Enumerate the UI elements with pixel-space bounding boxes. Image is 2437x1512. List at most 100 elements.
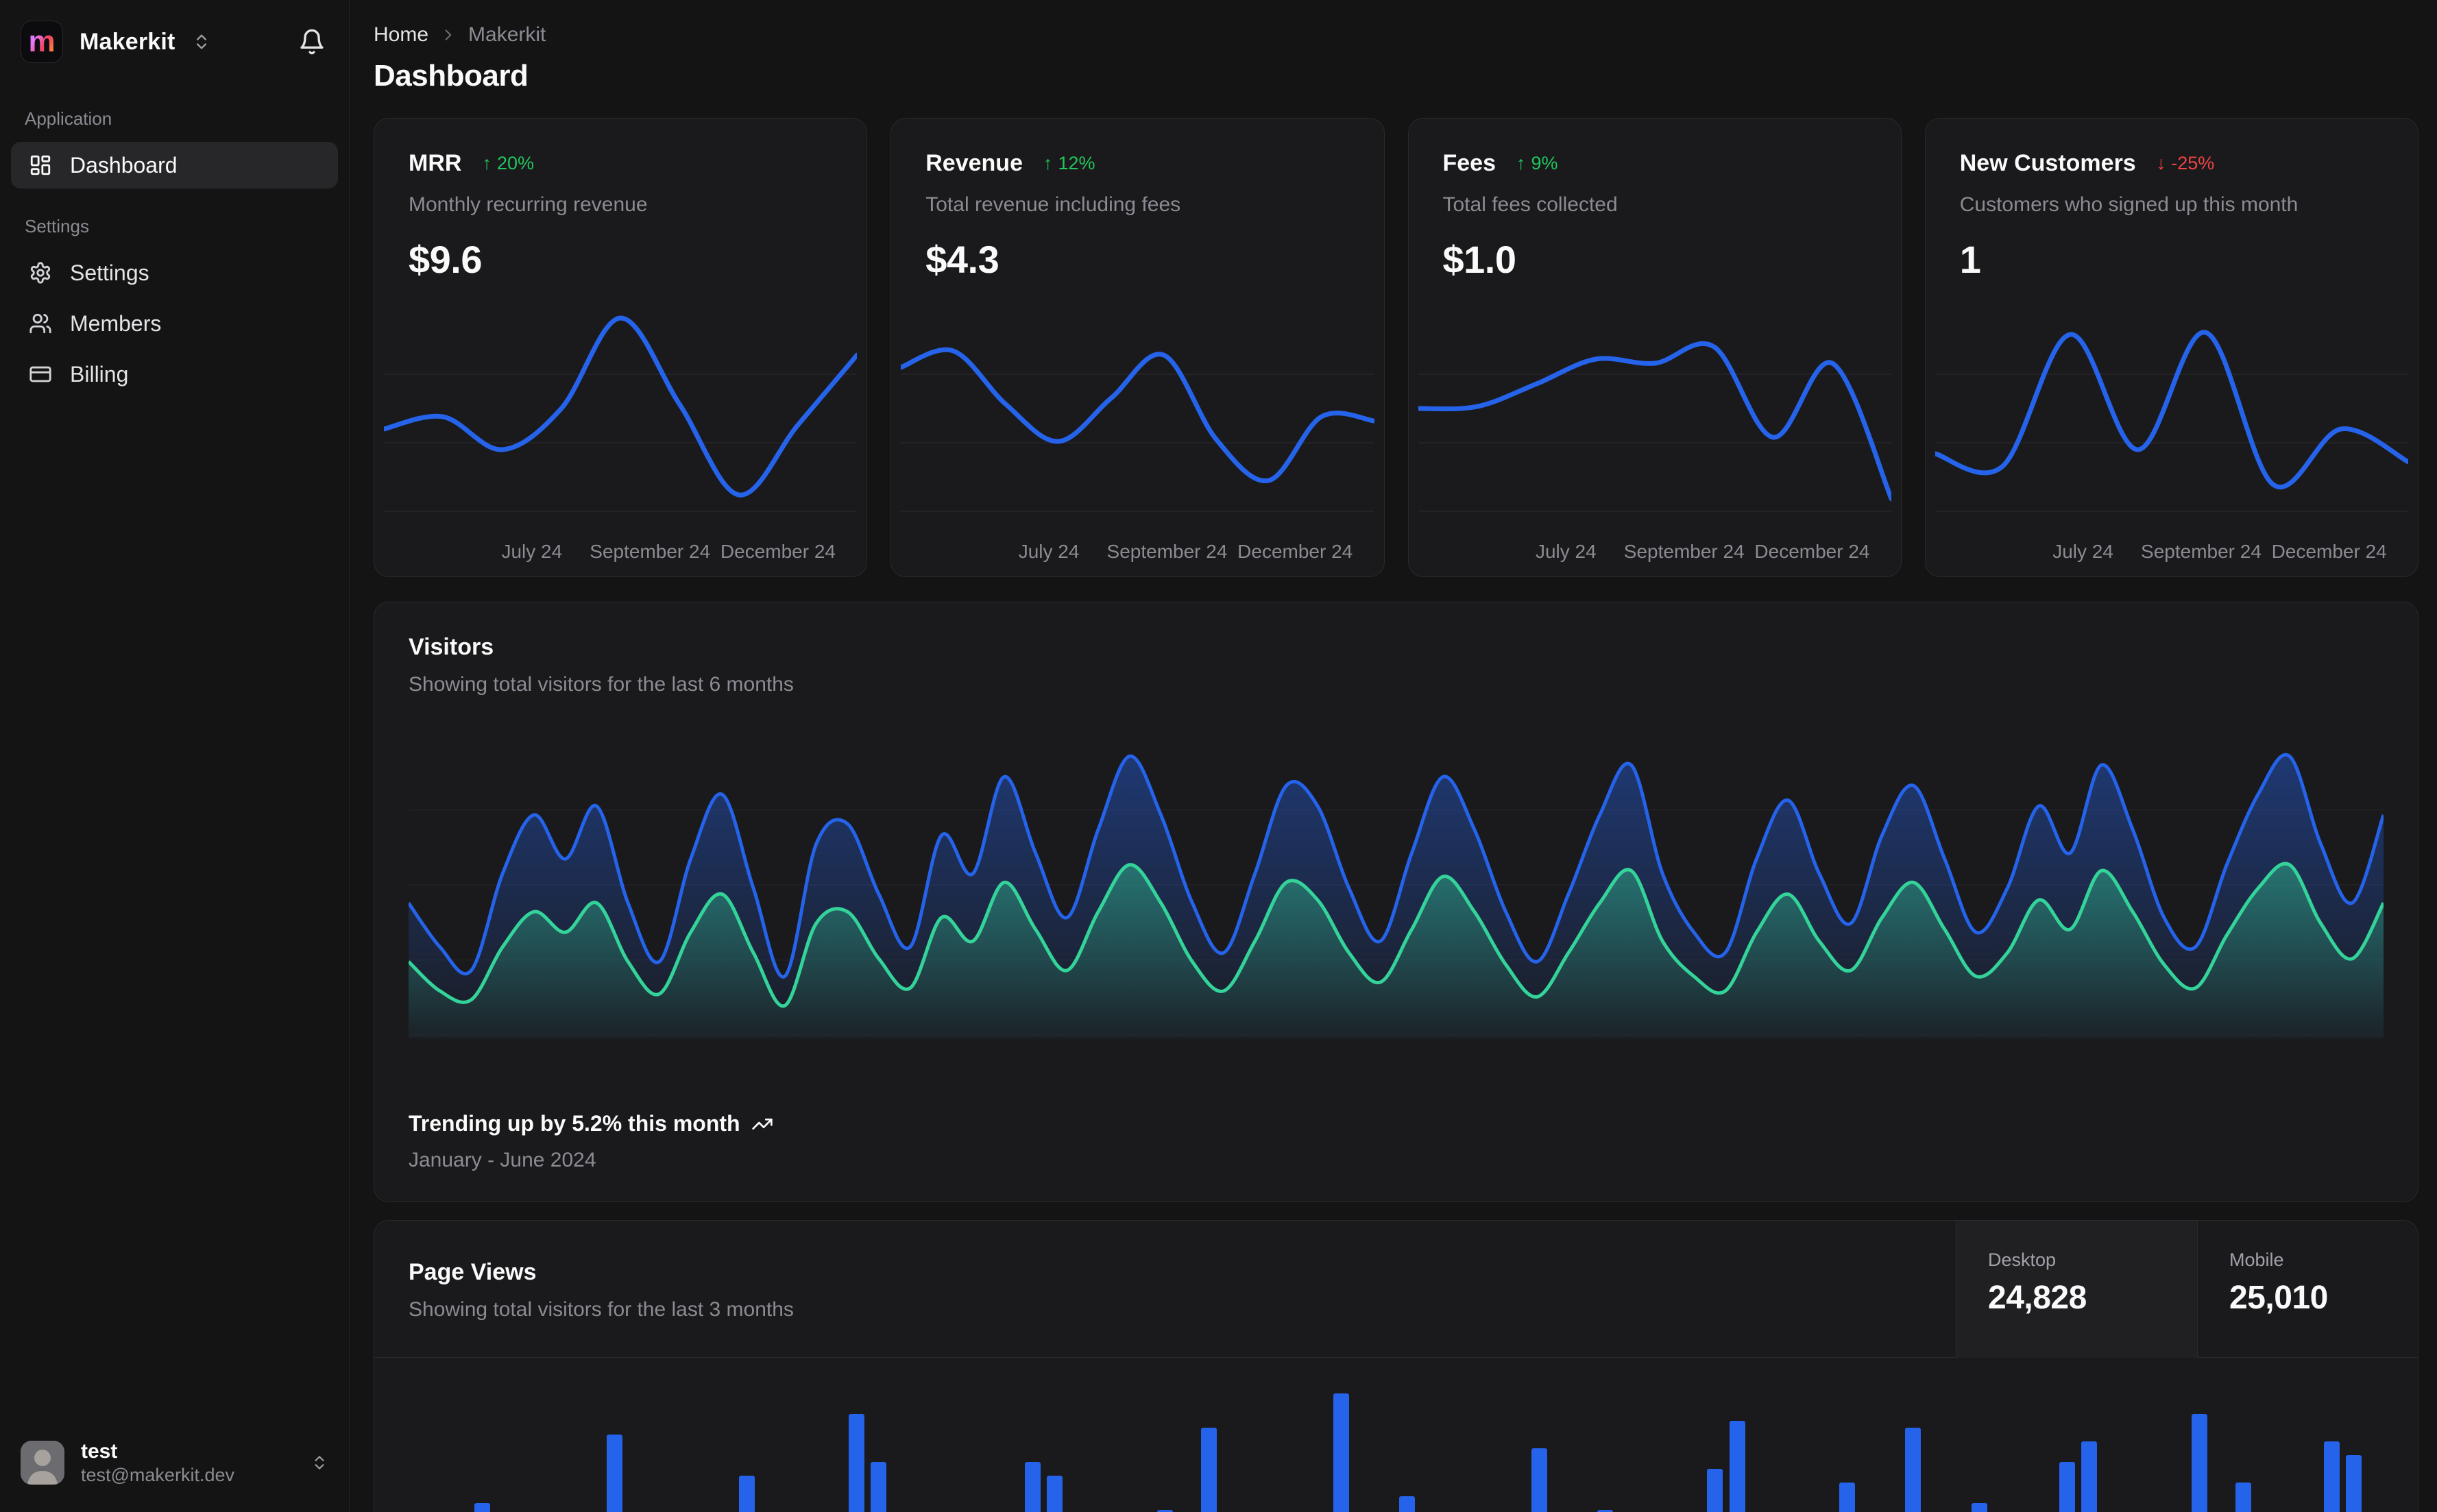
- sidebar-item-label: Billing: [70, 361, 129, 387]
- page-views-bar: [871, 1462, 887, 1512]
- x-axis-labels: July 24 September 24 December 24: [1409, 541, 1901, 568]
- new-customers-sparkline-chart: [1932, 295, 2411, 528]
- layout-dashboard-icon: [29, 154, 52, 177]
- mrr-sparkline-chart: [381, 295, 860, 528]
- stat-value: $4.3: [925, 238, 999, 281]
- x-tick: July 24: [501, 541, 563, 562]
- x-axis-labels: July 24 September 24 December 24: [374, 541, 866, 568]
- stat-description: Total revenue including fees: [925, 193, 1181, 216]
- page-views-bar-chart: [409, 1366, 2384, 1512]
- avatar: [21, 1441, 64, 1485]
- sidebar-item-dashboard[interactable]: Dashboard: [11, 142, 338, 188]
- toggle-value: 25,010: [2229, 1280, 2328, 1316]
- page-views-bar: [474, 1503, 491, 1512]
- x-tick: July 24: [2052, 541, 2113, 562]
- page-views-bar: [2059, 1462, 2076, 1512]
- trend-badge: ↑ 20%: [482, 153, 534, 174]
- visitors-footer: Trending up by 5.2% this month January -…: [409, 1111, 773, 1172]
- visitors-date-range: January - June 2024: [409, 1149, 596, 1171]
- stat-description: Customers who signed up this month: [1959, 193, 2299, 216]
- page-views-bar: [1839, 1483, 1856, 1512]
- stat-title: MRR: [409, 150, 462, 176]
- stat-value: $9.6: [409, 238, 483, 281]
- visitors-description: Showing total visitors for the last 6 mo…: [409, 673, 794, 696]
- stat-title: Revenue: [925, 150, 1023, 176]
- sidebar-item-billing[interactable]: Billing: [11, 351, 338, 398]
- sidebar-item-settings[interactable]: Settings: [11, 249, 338, 296]
- visitors-card: Visitors Showing total visitors for the …: [374, 602, 2418, 1202]
- revenue-sparkline-chart: [898, 295, 1377, 528]
- x-axis-labels: July 24 September 24 December 24: [1926, 541, 2418, 568]
- visitors-title: Visitors: [409, 634, 494, 660]
- page-views-bar: [606, 1435, 622, 1512]
- toggle-label: Desktop: [1988, 1249, 2057, 1270]
- stat-description: Total fees collected: [1442, 193, 1618, 216]
- credit-card-icon: [29, 363, 52, 386]
- trend-badge: ↑ 9%: [1516, 153, 1558, 174]
- page-views-bar: [849, 1414, 865, 1512]
- page-views-header: Page Views Showing total visitors for th…: [374, 1221, 2418, 1358]
- toggle-mobile[interactable]: Mobile 25,010: [2197, 1221, 2418, 1358]
- user-email: test@makerkit.dev: [81, 1465, 234, 1486]
- trend-value: -25%: [2171, 153, 2215, 173]
- users-icon: [29, 312, 52, 335]
- breadcrumb-home-link[interactable]: Home: [374, 23, 428, 47]
- page-views-bar: [738, 1476, 755, 1512]
- trend-badge: ↓ -25%: [2157, 153, 2215, 174]
- page-views-bar: [1025, 1462, 1041, 1512]
- gear-icon: [29, 261, 52, 284]
- workspace-selector[interactable]: m Makerkit: [0, 0, 349, 81]
- page-views-bar: [2191, 1414, 2207, 1512]
- stat-value: $1.0: [1442, 238, 1517, 281]
- toggle-desktop[interactable]: Desktop 24,828: [1956, 1221, 2197, 1358]
- visitors-trend-text: Trending up by 5.2% this month: [409, 1111, 740, 1136]
- breadcrumb-current: Makerkit: [468, 23, 546, 46]
- page-views-card: Page Views Showing total visitors for th…: [374, 1220, 2418, 1512]
- page-views-bar: [2081, 1441, 2098, 1512]
- page-views-series-toggles: Desktop 24,828 Mobile 25,010: [1956, 1221, 2418, 1358]
- stat-card-fees: Fees ↑ 9% Total fees collected $1.0 July…: [1407, 118, 1902, 577]
- sidebar: m Makerkit Application Dashboard Setting…: [0, 0, 350, 1512]
- trend-value: 12%: [1058, 153, 1095, 173]
- visitors-area-chart: [407, 731, 2386, 1038]
- stat-title: New Customers: [1959, 150, 2136, 176]
- x-tick: July 24: [1018, 541, 1080, 562]
- chevron-right-icon: [439, 26, 457, 44]
- sidebar-item-members[interactable]: Members: [11, 300, 338, 347]
- stat-cards-row: MRR ↑ 20% Monthly recurring revenue $9.6…: [374, 118, 2418, 577]
- page-views-bar: [1707, 1469, 1723, 1512]
- arrow-down-icon: ↓: [2156, 153, 2166, 173]
- sidebar-section-settings: Settings: [25, 216, 89, 236]
- page-views-bar: [2345, 1455, 2362, 1512]
- x-tick: September 24: [1623, 541, 1745, 562]
- sidebar-item-label: Members: [70, 310, 162, 336]
- trend-value: 20%: [496, 153, 534, 173]
- user-menu[interactable]: test test@makerkit.dev: [11, 1432, 338, 1494]
- arrow-up-icon: ↑: [482, 153, 492, 173]
- trending-up-icon: [751, 1113, 773, 1135]
- stat-card-new-customers: New Customers ↓ -25% Customers who signe…: [1924, 118, 2418, 577]
- page-views-bar: [1729, 1421, 1745, 1512]
- x-tick: December 24: [1754, 541, 1870, 562]
- stat-value: 1: [1959, 238, 1981, 281]
- toggle-value: 24,828: [1988, 1280, 2087, 1316]
- x-tick: September 24: [1106, 541, 1228, 562]
- sidebar-item-label: Dashboard: [70, 152, 178, 178]
- page-views-bar: [2323, 1441, 2340, 1512]
- chevrons-up-down-icon: [192, 32, 211, 51]
- user-name: test: [81, 1439, 118, 1463]
- x-tick: September 24: [590, 541, 711, 562]
- makerkit-logo: m: [21, 21, 63, 63]
- workspace-name: Makerkit: [80, 28, 175, 55]
- page-views-bar: [1531, 1448, 1547, 1512]
- stat-title: Fees: [1442, 150, 1496, 176]
- sidebar-section-application: Application: [25, 108, 112, 129]
- x-axis-labels: July 24 September 24 December 24: [891, 541, 1383, 568]
- page-views-bar: [1047, 1476, 1063, 1512]
- notifications-button[interactable]: [298, 28, 326, 56]
- page-views-bar: [1905, 1428, 1921, 1512]
- page-views-bar: [1398, 1496, 1415, 1512]
- sidebar-item-label: Settings: [70, 260, 149, 285]
- stat-description: Monthly recurring revenue: [409, 193, 648, 216]
- toggle-label: Mobile: [2229, 1249, 2284, 1270]
